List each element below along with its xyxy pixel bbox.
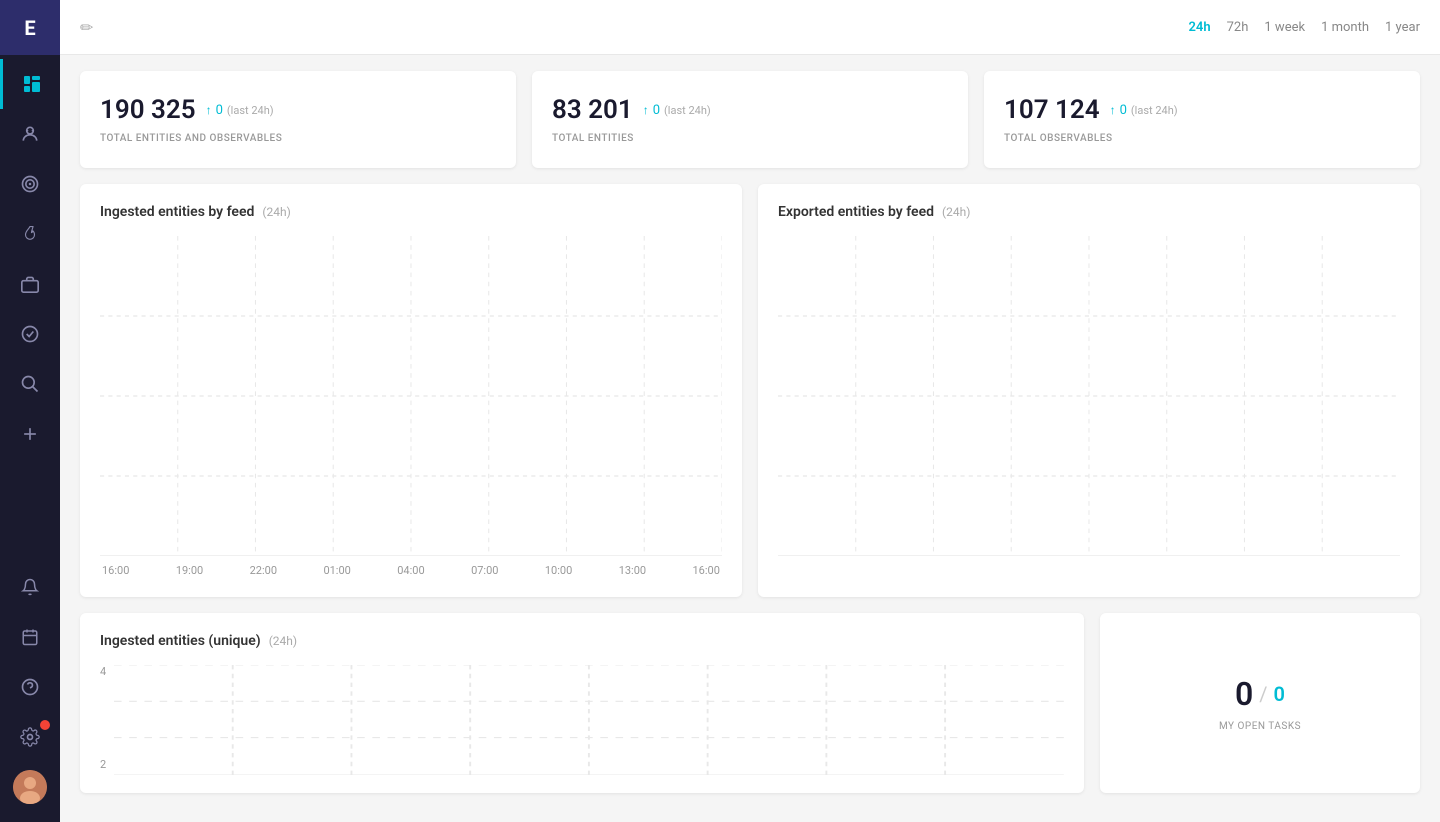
time-filter-1month[interactable]: 1 month <box>1321 16 1369 39</box>
ingested-feed-xaxis: 16:00 19:00 22:00 01:00 04:00 07:00 10:0… <box>100 564 722 577</box>
ingested-feed-chart-title: Ingested entities by feed <box>100 204 254 220</box>
xaxis-label-2: 22:00 <box>250 564 277 577</box>
stat-period-observables: (last 24h) <box>1131 104 1178 117</box>
ingested-unique-yaxis: 4 2 <box>100 665 106 775</box>
time-filter: 24h 72h 1 week 1 month 1 year <box>1189 16 1421 39</box>
xaxis-label-4: 04:00 <box>397 564 424 577</box>
sidebar-item-add[interactable] <box>0 409 60 459</box>
ingested-unique-subtitle: (24h) <box>269 634 297 648</box>
xaxis-label-6: 10:00 <box>545 564 572 577</box>
stat-period-total: (last 24h) <box>227 104 274 117</box>
settings-badge <box>40 720 50 730</box>
avatar <box>13 770 47 804</box>
sidebar-bottom <box>0 562 60 822</box>
stat-label-entities: TOTAL ENTITIES <box>552 133 948 144</box>
topbar-right: 24h 72h 1 week 1 month 1 year <box>1189 16 1421 39</box>
tasks-label: MY OPEN TASKS <box>1219 721 1301 732</box>
ingested-feed-chart-svg <box>100 236 722 556</box>
arrow-up-icon-3: ↑ <box>1110 103 1116 117</box>
time-filter-72h[interactable]: 72h <box>1227 16 1249 39</box>
sidebar: E <box>0 0 60 822</box>
sidebar-item-avatar[interactable] <box>0 762 60 812</box>
sidebar-item-robot[interactable] <box>0 109 60 159</box>
ingested-feed-chart-card: Ingested entities by feed (24h) <box>80 184 742 597</box>
time-filter-24h[interactable]: 24h <box>1189 16 1211 39</box>
exported-feed-chart-card: Exported entities by feed (24h) <box>758 184 1420 597</box>
xaxis-label-8: 16:00 <box>693 564 720 577</box>
ingested-unique-card: Ingested entities (unique) (24h) 4 2 <box>80 613 1084 793</box>
exported-feed-chart-subtitle: (24h) <box>942 205 970 219</box>
stat-card-entities: 83 201 ↑ 0 (last 24h) TOTAL ENTITIES <box>532 71 968 168</box>
exported-feed-chart-header: Exported entities by feed (24h) <box>778 204 1400 220</box>
sidebar-item-calendar[interactable] <box>0 612 60 662</box>
sidebar-item-dashboard[interactable] <box>0 59 60 109</box>
sidebar-logo: E <box>0 0 60 55</box>
exported-feed-chart-title: Exported entities by feed <box>778 204 934 220</box>
tasks-numbers: 0 / 0 <box>1235 675 1285 713</box>
sidebar-item-target[interactable] <box>0 159 60 209</box>
stat-change-entities: ↑ 0 (last 24h) <box>643 103 711 118</box>
xaxis-label-5: 07:00 <box>471 564 498 577</box>
content-area: 190 325 ↑ 0 (last 24h) TOTAL ENTITIES AN… <box>60 55 1440 822</box>
tasks-total-value: 0 <box>1274 682 1285 706</box>
tasks-main-value: 0 <box>1235 675 1253 713</box>
bottom-row: Ingested entities (unique) (24h) 4 2 <box>80 613 1420 793</box>
stat-change-value-2: 0 <box>653 103 660 118</box>
topbar: ✏ 24h 72h 1 week 1 month 1 year <box>60 0 1440 55</box>
ingested-unique-header: Ingested entities (unique) (24h) <box>100 633 1064 649</box>
ingested-unique-chart-area: 4 2 <box>100 665 1064 775</box>
ingested-feed-chart-subtitle: (24h) <box>262 205 290 219</box>
xaxis-label-1: 19:00 <box>176 564 203 577</box>
stat-label-observables: TOTAL OBSERVABLES <box>1004 133 1400 144</box>
main-content: ✏ 24h 72h 1 week 1 month 1 year 190 325 … <box>60 0 1440 822</box>
stat-number-entities: 83 201 <box>552 95 633 125</box>
stat-card-observables: 107 124 ↑ 0 (last 24h) TOTAL OBSERVABLES <box>984 71 1420 168</box>
xaxis-label-0: 16:00 <box>102 564 129 577</box>
ingested-unique-svg <box>114 665 1064 775</box>
sidebar-item-briefcase[interactable] <box>0 259 60 309</box>
sidebar-item-settings[interactable] <box>0 712 60 762</box>
sidebar-item-help[interactable] <box>0 662 60 712</box>
charts-row: Ingested entities by feed (24h) <box>80 184 1420 597</box>
sidebar-nav <box>0 55 60 562</box>
stat-change-value-3: 0 <box>1120 103 1127 118</box>
ingested-unique-title: Ingested entities (unique) <box>100 633 261 649</box>
yaxis-label-top: 4 <box>100 665 106 678</box>
exported-feed-chart-area <box>778 236 1400 556</box>
arrow-up-icon-2: ↑ <box>643 103 649 117</box>
exported-feed-chart-svg <box>778 236 1400 556</box>
xaxis-label-3: 01:00 <box>323 564 350 577</box>
stat-change-value: 0 <box>216 103 223 118</box>
stat-card-total: 190 325 ↑ 0 (last 24h) TOTAL ENTITIES AN… <box>80 71 516 168</box>
sidebar-item-bell[interactable] <box>0 562 60 612</box>
topbar-left: ✏ <box>80 18 93 37</box>
stat-cards: 190 325 ↑ 0 (last 24h) TOTAL ENTITIES AN… <box>80 71 1420 168</box>
ingested-feed-chart-area <box>100 236 722 556</box>
xaxis-label-7: 13:00 <box>619 564 646 577</box>
time-filter-1year[interactable]: 1 year <box>1385 16 1420 39</box>
yaxis-label-mid: 2 <box>100 758 106 771</box>
sidebar-item-check[interactable] <box>0 309 60 359</box>
stat-number-total: 190 325 <box>100 95 196 125</box>
sidebar-item-search[interactable] <box>0 359 60 409</box>
tasks-slash: / <box>1259 682 1267 706</box>
stat-label-total: TOTAL ENTITIES AND OBSERVABLES <box>100 133 496 144</box>
stat-number-observables: 107 124 <box>1004 95 1100 125</box>
edit-icon[interactable]: ✏ <box>80 18 93 37</box>
stat-period-entities: (last 24h) <box>664 104 711 117</box>
stat-change-total: ↑ 0 (last 24h) <box>206 103 274 118</box>
time-filter-1week[interactable]: 1 week <box>1264 16 1305 39</box>
sidebar-item-flame[interactable] <box>0 209 60 259</box>
arrow-up-icon: ↑ <box>206 103 212 117</box>
tasks-card: 0 / 0 MY OPEN TASKS <box>1100 613 1420 793</box>
stat-change-observables: ↑ 0 (last 24h) <box>1110 103 1178 118</box>
ingested-feed-chart-header: Ingested entities by feed (24h) <box>100 204 722 220</box>
